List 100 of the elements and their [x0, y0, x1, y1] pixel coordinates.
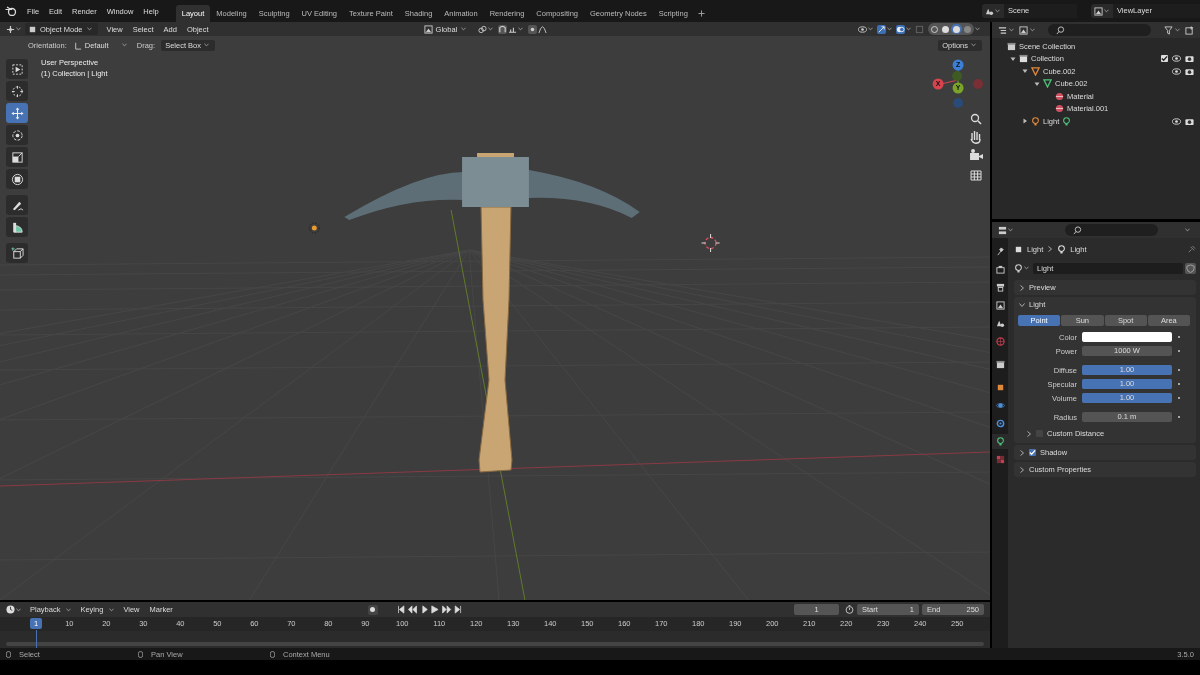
new-collection-icon[interactable] [1185, 25, 1194, 35]
shading-mode-button[interactable] [962, 24, 973, 34]
picture-icon [423, 24, 433, 34]
shield-icon[interactable] [1185, 262, 1196, 274]
bulb-icon [1062, 116, 1072, 126]
globe-icon [995, 337, 1005, 346]
chevron-right-icon[interactable] [1019, 284, 1025, 291]
add-icon[interactable] [697, 10, 705, 17]
camera-icon[interactable] [970, 149, 983, 160]
stopwatch-icon[interactable] [845, 605, 854, 614]
expanded-arrow-icon[interactable] [1034, 80, 1040, 87]
list-icon[interactable] [998, 25, 1007, 35]
collapsed-arrow-icon[interactable] [1022, 118, 1028, 125]
chevron-right-icon[interactable] [1019, 449, 1025, 456]
eye-icon[interactable] [1172, 66, 1181, 76]
record-button[interactable] [367, 604, 378, 615]
color-swatch[interactable] [1082, 332, 1172, 342]
ruler-icon [10, 220, 24, 234]
rotate-icon [10, 128, 24, 142]
gizmo-toggle-icon[interactable] [877, 24, 886, 34]
link-icon[interactable] [478, 24, 488, 34]
checker-icon [995, 455, 1005, 464]
measure-tool-button[interactable] [6, 217, 28, 237]
search-icon [1073, 225, 1082, 235]
caret-icon [86, 27, 92, 31]
clock-icon[interactable] [6, 605, 15, 614]
expanded-arrow-icon[interactable] [1010, 55, 1016, 62]
transform-tool-button[interactable] [6, 169, 28, 189]
editor-type-icon[interactable] [6, 24, 15, 34]
caret-icon [16, 27, 21, 31]
caret-icon [1185, 228, 1190, 232]
move-tool-button[interactable] [6, 103, 28, 123]
mouse-icon [138, 650, 143, 658]
sphere-icon [1055, 104, 1064, 114]
caret-icon [1009, 28, 1014, 32]
orbit-icon [995, 401, 1005, 410]
zoom-icon[interactable] [970, 113, 982, 125]
sphere-icon [1055, 91, 1064, 101]
light-icon [308, 222, 320, 234]
camera-icon[interactable] [1185, 66, 1194, 76]
proportional-edit-icon[interactable] [528, 24, 538, 34]
cursor-tool-button[interactable] [6, 81, 28, 101]
camera-icon[interactable] [1185, 54, 1194, 64]
box-icon [1007, 41, 1016, 51]
caret-icon [66, 607, 72, 612]
overlay-toggle-icon[interactable] [896, 24, 905, 34]
square-icon [28, 24, 37, 34]
bulb-icon [1031, 116, 1040, 126]
mouse-icon [270, 650, 275, 658]
eye-icon[interactable] [1172, 54, 1181, 64]
bulb-icon [1014, 263, 1023, 273]
editor-type-icon[interactable] [998, 225, 1007, 235]
falloff-curve-icon[interactable] [538, 24, 548, 34]
picture-icon [1019, 25, 1028, 35]
pin-icon[interactable] [1187, 244, 1196, 254]
caret-icon [1024, 266, 1029, 270]
chevron-right-icon[interactable] [1026, 430, 1032, 437]
caret-icon [121, 43, 127, 47]
caret-icon [109, 607, 115, 612]
select-tool-button[interactable] [6, 59, 28, 79]
annotate-tool-button[interactable] [6, 195, 28, 215]
caret-icon [971, 43, 976, 47]
transform-icon [10, 172, 24, 186]
3d-cursor-icon [701, 233, 721, 253]
search-field[interactable] [1048, 24, 1151, 36]
caret-icon [906, 27, 911, 31]
eye-icon[interactable] [1172, 116, 1181, 126]
caret-icon [995, 9, 1000, 13]
picture-icon [1094, 6, 1103, 16]
cube-icon [10, 246, 24, 260]
rotate-tool-button[interactable] [6, 125, 28, 145]
chevron-right-icon [1047, 246, 1054, 252]
checkbox[interactable] [1161, 55, 1168, 63]
blender-logo-icon [5, 6, 17, 16]
snap-icon[interactable] [498, 24, 508, 34]
bulb-icon [995, 437, 1005, 446]
filter-icon[interactable] [1164, 25, 1173, 35]
shading-mode-button[interactable] [940, 24, 951, 34]
expanded-arrow-icon[interactable] [1022, 68, 1028, 75]
caret-icon [16, 607, 21, 612]
shading-mode-button[interactable] [951, 24, 962, 34]
chevron-right-icon[interactable] [1019, 466, 1025, 473]
wrench-icon [995, 247, 1005, 256]
search-field[interactable] [1065, 224, 1158, 236]
scale-tool-button[interactable] [6, 147, 28, 167]
move-arrows-icon [10, 106, 24, 120]
caret-icon [488, 27, 494, 31]
camera-icon[interactable] [1185, 116, 1194, 126]
box-icon [1019, 54, 1028, 64]
eye-icon[interactable] [858, 24, 867, 34]
square-icon [995, 383, 1005, 392]
caret-icon [1175, 28, 1180, 32]
chevron-down-icon[interactable] [1019, 301, 1025, 308]
ring-icon [995, 419, 1005, 428]
caret-icon [518, 27, 524, 31]
grid-icon[interactable] [970, 170, 982, 181]
properties-tab[interactable] [992, 434, 1008, 449]
caret-icon [1104, 9, 1109, 13]
add-cube-tool-button[interactable] [6, 243, 28, 263]
hand-icon[interactable] [970, 130, 981, 144]
